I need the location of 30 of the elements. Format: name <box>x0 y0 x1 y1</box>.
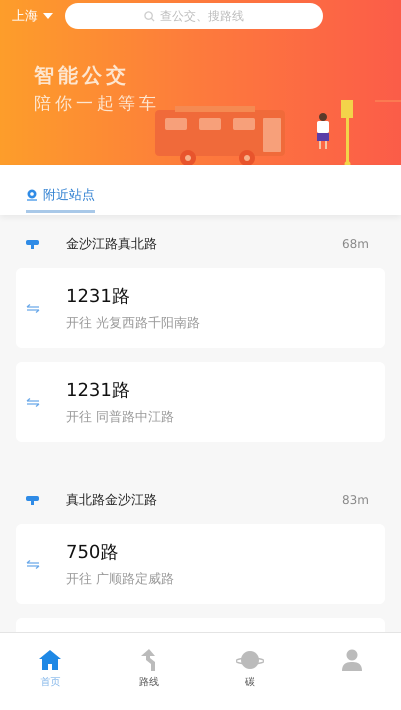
location-pin-icon <box>26 188 38 200</box>
banner-title: 智能公交 <box>34 62 131 89</box>
bus-line-card[interactable]: 1231路 开往 同普路中江路 <box>16 362 385 442</box>
stop-distance: 83m <box>342 493 369 507</box>
tab[interactable]: 附近站点 <box>26 178 95 212</box>
stop-name: 真北路金沙江路 <box>66 492 158 509</box>
nav-tab[interactable]: 路线 <box>135 649 164 689</box>
nav-tab[interactable]: 碳 <box>232 649 268 689</box>
banner-subtitle: 陪你一起等车 <box>34 93 161 116</box>
planet-icon <box>236 649 264 671</box>
bus-line-card[interactable]: 1231路 开往 光复西路千阳南路 <box>16 268 385 348</box>
bus-stop-sign-icon <box>26 496 39 504</box>
stop-name: 金沙江路真北路 <box>66 236 158 253</box>
home-icon <box>38 649 62 671</box>
user-icon <box>340 649 363 671</box>
bus-line-card[interactable]: 750路 开往 广顺路定威路 <box>16 524 385 604</box>
bus-direction: 开往 同普路中江路 <box>66 408 174 426</box>
bus-stop-sign-icon <box>26 240 39 248</box>
bus-line-name: 1231路 <box>66 379 131 402</box>
bus-line-name: 750路 <box>66 541 120 564</box>
swap-arrows-icon <box>26 560 40 568</box>
caret-icon <box>43 13 53 19</box>
swap-arrows-icon <box>26 398 40 406</box>
stop-distance: 68m <box>342 237 369 251</box>
search-field[interactable]: 查公交、搜路线 <box>65 3 323 29</box>
bus-line-name: 1231路 <box>66 285 131 308</box>
bus-direction: 开往 光复西路千阳南路 <box>66 315 200 332</box>
bus-direction: 开往 广顺路定威路 <box>66 571 174 588</box>
search-icon <box>144 11 155 22</box>
swap-arrows-icon <box>26 304 40 312</box>
